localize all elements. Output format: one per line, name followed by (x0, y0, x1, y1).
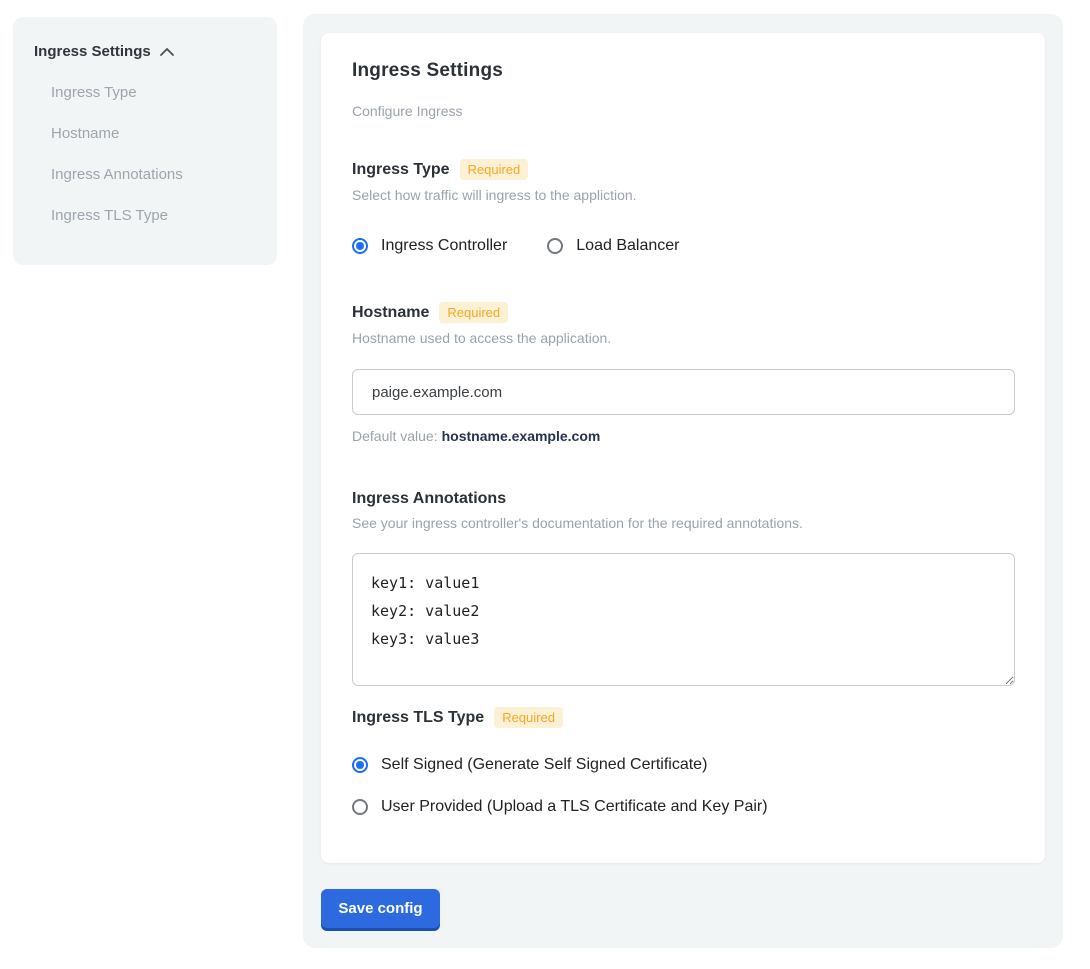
section-ingress-tls-type: Ingress TLS Type Required Self Signed (G… (352, 707, 1014, 816)
required-badge: Required (460, 159, 529, 180)
ingress-tls-type-label: Ingress TLS Type (352, 709, 484, 727)
ingress-type-description: Select how traffic will ingress to the a… (352, 187, 1014, 203)
ingress-type-radio-group: Ingress Controller Load Balancer (352, 237, 1014, 255)
radio-selected-icon (352, 238, 368, 254)
sidebar-group-ingress-settings[interactable]: Ingress Settings (34, 43, 256, 60)
ingress-annotations-label: Ingress Annotations (352, 490, 506, 508)
sidebar-list: Ingress Type Hostname Ingress Annotation… (34, 72, 256, 236)
page-subtitle: Configure Ingress (352, 103, 1014, 119)
ingress-type-label: Ingress Type (352, 161, 450, 179)
default-value-prefix: Default value: (352, 428, 438, 444)
tls-type-radio-group: Self Signed (Generate Self Signed Certif… (352, 756, 1014, 816)
radio-unselected-icon (547, 238, 563, 254)
settings-sidebar: Ingress Settings Ingress Type Hostname I… (13, 17, 277, 265)
hostname-description: Hostname used to access the application. (352, 330, 1014, 346)
sidebar-item-ingress-tls-type[interactable]: Ingress TLS Type (34, 195, 256, 236)
radio-self-signed[interactable]: Self Signed (Generate Self Signed Certif… (352, 756, 1014, 774)
ingress-settings-card: Ingress Settings Configure Ingress Ingre… (321, 33, 1045, 863)
section-ingress-type: Ingress Type Required Select how traffic… (352, 159, 1014, 255)
required-badge: Required (439, 302, 508, 323)
sidebar-group-label: Ingress Settings (34, 43, 151, 60)
hostname-default-line: Default value:hostname.example.com (352, 428, 1014, 444)
radio-ingress-controller[interactable]: Ingress Controller (352, 237, 507, 255)
save-config-button[interactable]: Save config (321, 889, 440, 928)
sidebar-item-ingress-type[interactable]: Ingress Type (34, 72, 256, 113)
page-title: Ingress Settings (352, 60, 1014, 82)
ingress-annotations-textarea[interactable]: key1: value1 key2: value2 key3: value3 (352, 553, 1015, 686)
radio-selected-icon (352, 757, 368, 773)
hostname-label: Hostname (352, 304, 429, 322)
section-hostname: Hostname Required Hostname used to acces… (352, 302, 1014, 444)
radio-unselected-icon (352, 799, 368, 815)
sidebar-item-ingress-annotations[interactable]: Ingress Annotations (34, 154, 256, 195)
sidebar-item-hostname[interactable]: Hostname (34, 113, 256, 154)
radio-user-provided[interactable]: User Provided (Upload a TLS Certificate … (352, 798, 1014, 816)
radio-load-balancer[interactable]: Load Balancer (547, 237, 679, 255)
chevron-up-icon (159, 47, 175, 57)
section-ingress-annotations: Ingress Annotations See your ingress con… (352, 490, 1014, 686)
hostname-input[interactable] (352, 369, 1015, 415)
main-panel: Ingress Settings Configure Ingress Ingre… (303, 14, 1063, 948)
default-value-text: hostname.example.com (442, 428, 601, 444)
required-badge: Required (494, 707, 563, 728)
ingress-annotations-description: See your ingress controller's documentat… (352, 515, 1014, 531)
